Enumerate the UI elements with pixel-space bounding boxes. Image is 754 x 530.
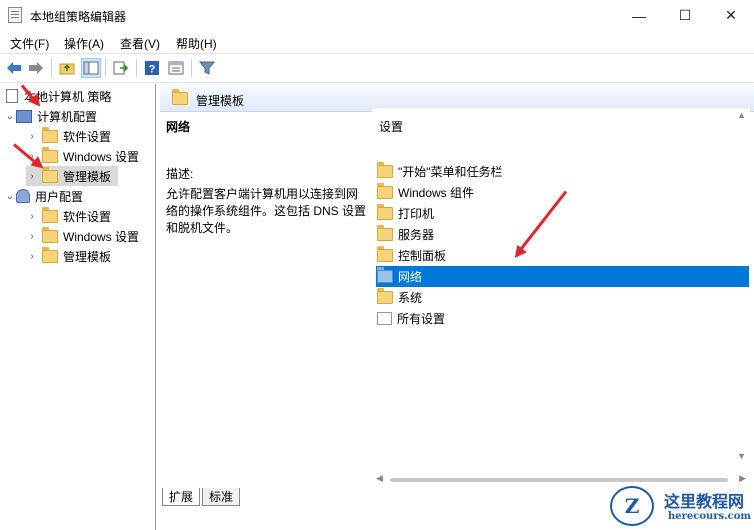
back-arrow-icon[interactable] [5, 59, 23, 77]
up-folder-icon[interactable] [58, 59, 76, 77]
detail-pane: 管理模板 网络 描述: 允许配置客户端计算机用以连接到网络的操作系统组件。这包括… [160, 84, 754, 530]
menu-file[interactable]: 文件(F) [10, 35, 49, 52]
tab-standard[interactable]: 标准 [202, 488, 241, 506]
menu-bar: 文件(F) 操作(A) 查看(V) 帮助(H) [0, 31, 754, 53]
description-text: 允许配置客户端计算机用以连接到网络的操作系统组件。这包括 DNS 设置和脱机文件… [166, 187, 367, 235]
tree-user-admin-templates[interactable]: › 管理模板 [26, 246, 111, 266]
properties-icon[interactable] [167, 59, 185, 77]
list-item-network[interactable]: 网络 [376, 266, 749, 287]
chevron-down-icon[interactable]: ⌄ [4, 191, 16, 202]
forward-arrow-icon[interactable] [27, 59, 45, 77]
show-hide-tree-icon[interactable] [81, 58, 101, 78]
list-item-label: 控制面板 [398, 249, 447, 263]
tree-item-label: 软件设置 [63, 209, 112, 224]
detail-header-title: 管理模板 [196, 94, 245, 108]
tree-item-label: 管理模板 [63, 169, 112, 184]
settings-list: 设置 ▲ ▼ "开始"菜单和任务栏 Windows 组件 打印机 服务器 控制面… [372, 108, 750, 485]
minimize-button[interactable]: — [616, 0, 662, 31]
folder-icon [42, 226, 58, 243]
folder-icon [377, 288, 393, 304]
tree-user-config-label: 用户配置 [35, 189, 84, 204]
scroll-up-icon[interactable]: ▲ [737, 110, 746, 120]
folder-icon [172, 89, 188, 105]
export-list-icon[interactable] [112, 59, 130, 77]
folder-icon [377, 204, 393, 220]
toolbar-separator [105, 59, 106, 77]
list-item-server[interactable]: 服务器 [376, 224, 749, 245]
help-icon[interactable]: ? [143, 59, 161, 77]
maximize-button[interactable]: ☐ [662, 0, 708, 31]
chevron-down-icon[interactable]: ⌄ [4, 111, 16, 122]
svg-text:?: ? [149, 64, 156, 76]
tree-item-label: Windows 设置 [63, 229, 140, 244]
window-title: 本地组策略编辑器 [30, 10, 127, 24]
list-item-label: 打印机 [398, 207, 435, 221]
toolbar-separator [191, 59, 192, 77]
chevron-right-icon[interactable]: › [26, 231, 38, 242]
list-item-all-settings[interactable]: 所有设置 [376, 308, 749, 329]
description-label: 描述: [166, 167, 194, 181]
filter-icon[interactable] [198, 59, 216, 77]
extended-title: 网络 [166, 120, 191, 134]
chevron-right-icon[interactable]: › [26, 251, 38, 262]
chevron-right-icon[interactable]: › [26, 171, 38, 182]
logo-emblem: Z [610, 486, 654, 526]
menu-view[interactable]: 查看(V) [120, 35, 160, 52]
policy-document-icon [6, 89, 18, 103]
tree-computer-config[interactable]: ⌄ 计算机配置 [4, 106, 97, 126]
chevron-right-icon[interactable]: › [26, 211, 38, 222]
folder-icon [42, 246, 58, 263]
logo-url: herecours.com [668, 511, 752, 522]
logo-name: 这里教程网 [664, 492, 745, 511]
folder-icon [377, 225, 393, 241]
list-item-start-menu[interactable]: "开始"菜单和任务栏 [376, 161, 749, 182]
computer-icon [16, 109, 32, 123]
tree-user-windows[interactable]: › Windows 设置 [26, 226, 139, 246]
folder-icon [377, 162, 393, 178]
user-icon [16, 189, 30, 203]
folder-icon [377, 246, 393, 262]
folder-icon [42, 166, 58, 183]
extended-description-panel: 网络 描述: 允许配置客户端计算机用以连接到网络的操作系统组件。这包括 DNS … [166, 118, 366, 237]
list-item-control-panel[interactable]: 控制面板 [376, 245, 749, 266]
toolbar: ? [0, 53, 754, 83]
folder-icon [377, 183, 393, 199]
toolbar-separator [136, 59, 137, 77]
tree-item-label: 软件设置 [63, 129, 112, 144]
scroll-down-icon[interactable]: ▼ [737, 451, 746, 461]
menu-action[interactable]: 操作(A) [64, 35, 104, 52]
list-item-label: 系统 [398, 291, 423, 305]
list-item-label: "开始"菜单和任务栏 [398, 165, 503, 179]
all-settings-icon [377, 312, 392, 325]
title-bar: 本地组策略编辑器 — ☐ ✕ [0, 0, 754, 31]
list-item-printers[interactable]: 打印机 [376, 203, 749, 224]
toolbar-separator [51, 59, 52, 77]
tab-extended[interactable]: 扩展 [162, 488, 201, 506]
tree-computer-software[interactable]: › 软件设置 [26, 126, 111, 146]
tree-computer-config-label: 计算机配置 [37, 109, 98, 124]
watermark-logo: Z 这里教程网 herecours.com [606, 484, 754, 530]
scroll-right-icon[interactable]: ▶ [739, 473, 746, 484]
list-item-label: Windows 组件 [398, 186, 475, 200]
list-item-system[interactable]: 系统 [376, 287, 749, 308]
tree-user-config[interactable]: ⌄ 用户配置 [4, 186, 83, 206]
close-button[interactable]: ✕ [708, 0, 754, 31]
tree-user-software[interactable]: › 软件设置 [26, 206, 111, 226]
folder-icon [42, 206, 58, 223]
group-policy-app-icon [8, 7, 22, 23]
menu-help[interactable]: 帮助(H) [176, 35, 217, 52]
list-item-label: 网络 [398, 270, 423, 284]
folder-icon [42, 126, 58, 143]
tree-root[interactable]: 本地计算机 策略 [6, 86, 111, 106]
folder-icon [377, 267, 393, 283]
column-header-settings[interactable]: 设置 [379, 118, 403, 135]
chevron-right-icon[interactable]: › [26, 131, 38, 142]
horizontal-scroll-thumb[interactable] [390, 478, 728, 482]
list-item-label: 服务器 [398, 228, 435, 242]
tree-item-label: 管理模板 [63, 249, 112, 264]
horizontal-scrollbar[interactable]: ◀ ▶ [372, 465, 750, 485]
list-item-label: 所有设置 [397, 312, 446, 326]
scroll-left-icon[interactable]: ◀ [376, 473, 383, 484]
tree-item-label: Windows 设置 [63, 149, 140, 164]
